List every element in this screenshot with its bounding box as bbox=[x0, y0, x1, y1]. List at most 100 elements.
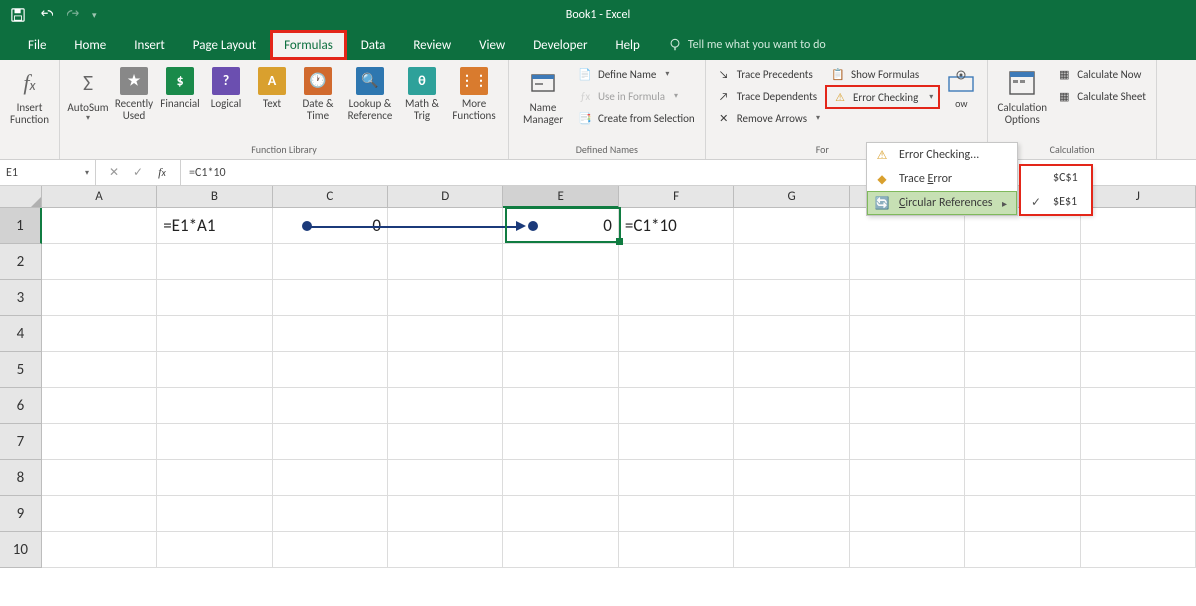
cell-f8[interactable] bbox=[619, 460, 734, 496]
cell-i10[interactable] bbox=[965, 532, 1080, 568]
col-header-e[interactable]: E bbox=[503, 186, 618, 208]
cell-e5[interactable] bbox=[503, 352, 618, 388]
cancel-formula-icon[interactable]: ✕ bbox=[106, 165, 122, 180]
col-header-d[interactable]: D bbox=[388, 186, 503, 208]
menu-trace-error[interactable]: ◆Trace Error bbox=[867, 167, 1017, 191]
cell-a4[interactable] bbox=[42, 316, 157, 352]
cell-b8[interactable] bbox=[157, 460, 272, 496]
name-box[interactable]: E1 ▾ bbox=[0, 160, 96, 185]
cell-a10[interactable] bbox=[42, 532, 157, 568]
calculation-options-button[interactable]: Calculation Options bbox=[994, 64, 1050, 128]
cell-j3[interactable] bbox=[1081, 280, 1196, 316]
cell-d9[interactable] bbox=[388, 496, 503, 532]
cell-b7[interactable] bbox=[157, 424, 272, 460]
cell-h4[interactable] bbox=[850, 316, 965, 352]
tab-file[interactable]: File bbox=[14, 30, 60, 60]
name-box-dropdown-icon[interactable]: ▾ bbox=[85, 168, 89, 178]
cell-j2[interactable] bbox=[1081, 244, 1196, 280]
recently-used-button[interactable]: ★Recently Used bbox=[112, 64, 156, 125]
cell-f9[interactable] bbox=[619, 496, 734, 532]
date-time-button[interactable]: 🕐Date & Time bbox=[296, 64, 340, 125]
cell-j7[interactable] bbox=[1081, 424, 1196, 460]
cell-d5[interactable] bbox=[388, 352, 503, 388]
cell-g5[interactable] bbox=[734, 352, 849, 388]
cell-b3[interactable] bbox=[157, 280, 272, 316]
cell-h8[interactable] bbox=[850, 460, 965, 496]
cell-g2[interactable] bbox=[734, 244, 849, 280]
row-header-1[interactable]: 1 bbox=[0, 208, 42, 244]
row-header-7[interactable]: 7 bbox=[0, 424, 42, 460]
circular-ref-e1[interactable]: ✓$E$1 bbox=[1021, 190, 1091, 214]
cell-h10[interactable] bbox=[850, 532, 965, 568]
qat-redo-icon[interactable] bbox=[62, 4, 86, 26]
cell-a5[interactable] bbox=[42, 352, 157, 388]
cell-i2[interactable] bbox=[965, 244, 1080, 280]
tab-insert[interactable]: Insert bbox=[120, 30, 179, 60]
cell-i3[interactable] bbox=[965, 280, 1080, 316]
row-header-6[interactable]: 6 bbox=[0, 388, 42, 424]
menu-error-checking[interactable]: ⚠Error Checking... bbox=[867, 143, 1017, 167]
cell-c7[interactable] bbox=[273, 424, 388, 460]
row-header-5[interactable]: 5 bbox=[0, 352, 42, 388]
cell-g10[interactable] bbox=[734, 532, 849, 568]
lookup-button[interactable]: 🔍Lookup & Reference bbox=[342, 64, 398, 125]
select-all-corner[interactable] bbox=[0, 186, 42, 208]
cell-e2[interactable] bbox=[503, 244, 618, 280]
text-button[interactable]: AText bbox=[250, 64, 294, 125]
cell-e4[interactable] bbox=[503, 316, 618, 352]
cell-j1[interactable] bbox=[1081, 208, 1196, 244]
cell-e9[interactable] bbox=[503, 496, 618, 532]
col-header-c[interactable]: C bbox=[273, 186, 388, 208]
cell-i4[interactable] bbox=[965, 316, 1080, 352]
cell-f3[interactable] bbox=[619, 280, 734, 316]
cell-j10[interactable] bbox=[1081, 532, 1196, 568]
cell-d3[interactable] bbox=[388, 280, 503, 316]
cell-f4[interactable] bbox=[619, 316, 734, 352]
cell-d8[interactable] bbox=[388, 460, 503, 496]
financial-button[interactable]: $Financial bbox=[158, 64, 202, 125]
cell-h5[interactable] bbox=[850, 352, 965, 388]
cell-b5[interactable] bbox=[157, 352, 272, 388]
cell-b2[interactable] bbox=[157, 244, 272, 280]
trace-dependents-button[interactable]: ↗Trace Dependents bbox=[712, 86, 824, 106]
qat-undo-icon[interactable] bbox=[34, 4, 58, 26]
enter-formula-icon[interactable]: ✓ bbox=[130, 165, 146, 180]
col-header-a[interactable]: A bbox=[42, 186, 157, 208]
insert-function-button[interactable]: fx Insert Function bbox=[6, 64, 53, 128]
cell-f10[interactable] bbox=[619, 532, 734, 568]
cell-d7[interactable] bbox=[388, 424, 503, 460]
use-in-formula-button[interactable]: ƒxUse in Formula▾ bbox=[573, 86, 699, 106]
cell-b6[interactable] bbox=[157, 388, 272, 424]
row-header-4[interactable]: 4 bbox=[0, 316, 42, 352]
cell-e8[interactable] bbox=[503, 460, 618, 496]
cell-f1[interactable]: =C1*10 bbox=[619, 208, 734, 244]
more-functions-button[interactable]: ⋮⋮More Functions bbox=[446, 64, 502, 125]
cell-i8[interactable] bbox=[965, 460, 1080, 496]
cell-d10[interactable] bbox=[388, 532, 503, 568]
show-formulas-button[interactable]: 📋Show Formulas bbox=[826, 64, 939, 84]
cell-d2[interactable] bbox=[388, 244, 503, 280]
remove-arrows-button[interactable]: ✕Remove Arrows▾ bbox=[712, 108, 824, 128]
cell-a3[interactable] bbox=[42, 280, 157, 316]
row-header-3[interactable]: 3 bbox=[0, 280, 42, 316]
cell-c6[interactable] bbox=[273, 388, 388, 424]
cell-d6[interactable] bbox=[388, 388, 503, 424]
cell-a7[interactable] bbox=[42, 424, 157, 460]
calculate-sheet-button[interactable]: ▦Calculate Sheet bbox=[1052, 86, 1150, 106]
cell-e7[interactable] bbox=[503, 424, 618, 460]
tab-data[interactable]: Data bbox=[347, 30, 400, 60]
cell-e6[interactable] bbox=[503, 388, 618, 424]
error-checking-button[interactable]: ⚠Error Checking▾ bbox=[826, 86, 939, 108]
qat-customize-icon[interactable]: ▾ bbox=[92, 10, 97, 21]
cell-j9[interactable] bbox=[1081, 496, 1196, 532]
tell-me-search[interactable]: Tell me what you want to do bbox=[654, 30, 840, 60]
tab-help[interactable]: Help bbox=[601, 30, 653, 60]
tab-developer[interactable]: Developer bbox=[519, 30, 601, 60]
cell-c5[interactable] bbox=[273, 352, 388, 388]
cell-b4[interactable] bbox=[157, 316, 272, 352]
row-header-2[interactable]: 2 bbox=[0, 244, 42, 280]
cell-a9[interactable] bbox=[42, 496, 157, 532]
cell-h2[interactable] bbox=[850, 244, 965, 280]
cell-g3[interactable] bbox=[734, 280, 849, 316]
row-header-9[interactable]: 9 bbox=[0, 496, 42, 532]
